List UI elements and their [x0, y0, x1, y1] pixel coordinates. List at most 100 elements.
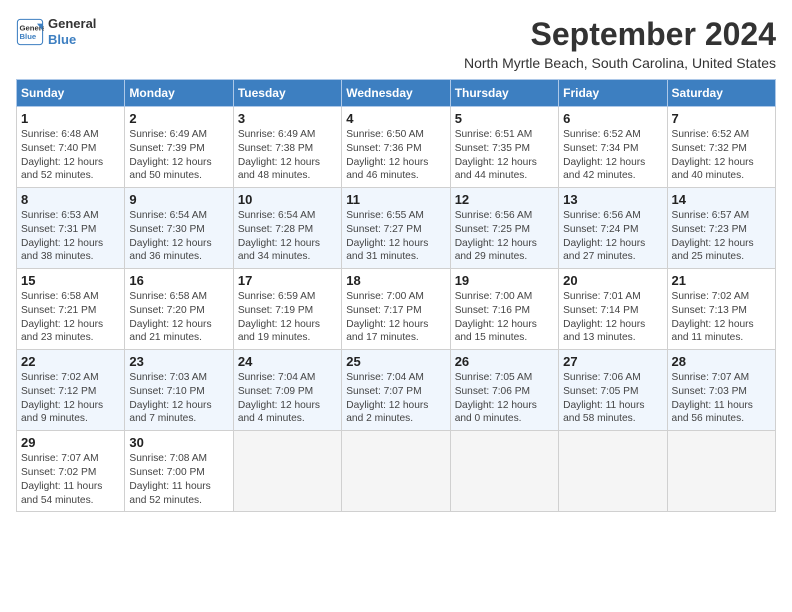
day-number: 13	[563, 192, 662, 207]
day-info: Sunrise: 6:52 AM Sunset: 7:34 PM Dayligh…	[563, 128, 662, 183]
title-block: September 2024 North Myrtle Beach, South…	[464, 16, 776, 71]
day-number: 15	[21, 273, 120, 288]
day-number: 21	[672, 273, 771, 288]
calendar-day-cell: 2 Sunrise: 6:49 AM Sunset: 7:39 PM Daylig…	[125, 107, 233, 188]
calendar-day-cell: 4 Sunrise: 6:50 AM Sunset: 7:36 PM Daylig…	[342, 107, 450, 188]
calendar-day-cell: 10 Sunrise: 6:54 AM Sunset: 7:28 PM Dayli…	[233, 188, 341, 269]
day-info: Sunrise: 6:56 AM Sunset: 7:24 PM Dayligh…	[563, 209, 662, 264]
calendar-day-cell: 28 Sunrise: 7:07 AM Sunset: 7:03 PM Dayli…	[667, 350, 775, 431]
day-info: Sunrise: 7:04 AM Sunset: 7:09 PM Dayligh…	[238, 371, 337, 426]
day-number: 11	[346, 192, 445, 207]
calendar-day-cell: 3 Sunrise: 6:49 AM Sunset: 7:38 PM Daylig…	[233, 107, 341, 188]
day-info: Sunrise: 6:54 AM Sunset: 7:30 PM Dayligh…	[129, 209, 228, 264]
calendar-day-cell: 23Sunrise: 7:03 AM Sunset: 7:10 PM Dayli…	[125, 350, 233, 431]
calendar-week-row: 29Sunrise: 7:07 AM Sunset: 7:02 PM Dayli…	[17, 431, 776, 512]
header: General Blue General Blue September 2024…	[16, 16, 776, 71]
calendar-day-cell: 9Sunrise: 6:54 AM Sunset: 7:30 PM Daylig…	[125, 188, 233, 269]
day-info: Sunrise: 7:08 AM Sunset: 7:00 PM Dayligh…	[129, 452, 228, 507]
day-info: Sunrise: 6:55 AM Sunset: 7:27 PM Dayligh…	[346, 209, 445, 264]
calendar-week-row: 15 Sunrise: 6:58 AM Sunset: 7:21 PM Dayli…	[17, 269, 776, 350]
day-number: 16	[129, 273, 228, 288]
calendar-day-cell: 19Sunrise: 7:00 AM Sunset: 7:16 PM Dayli…	[450, 269, 558, 350]
calendar-table: SundayMondayTuesdayWednesdayThursdayFrid…	[16, 79, 776, 512]
day-number: 28	[672, 354, 771, 369]
day-number: 26	[455, 354, 554, 369]
day-number: 1	[21, 111, 120, 126]
calendar-day-cell: 22 Sunrise: 7:02 AM Sunset: 7:12 PM Dayli…	[17, 350, 125, 431]
day-info: Sunrise: 7:07 AM Sunset: 7:03 PM Dayligh…	[672, 371, 771, 426]
day-number: 19	[455, 273, 554, 288]
location-title: North Myrtle Beach, South Carolina, Unit…	[464, 55, 776, 71]
day-number: 8	[21, 192, 120, 207]
calendar-week-row: 8Sunrise: 6:53 AM Sunset: 7:31 PM Daylig…	[17, 188, 776, 269]
weekday-header: Friday	[559, 80, 667, 107]
calendar-day-cell: 20 Sunrise: 7:01 AM Sunset: 7:14 PM Dayli…	[559, 269, 667, 350]
calendar-day-cell	[233, 431, 341, 512]
day-number: 3	[238, 111, 337, 126]
calendar-day-cell: 16 Sunrise: 6:58 AM Sunset: 7:20 PM Dayli…	[125, 269, 233, 350]
day-info: Sunrise: 7:01 AM Sunset: 7:14 PM Dayligh…	[563, 290, 662, 345]
day-number: 14	[672, 192, 771, 207]
day-number: 24	[238, 354, 337, 369]
day-info: Sunrise: 7:05 AM Sunset: 7:06 PM Dayligh…	[455, 371, 554, 426]
calendar-day-cell	[450, 431, 558, 512]
day-info: Sunrise: 6:58 AM Sunset: 7:20 PM Dayligh…	[129, 290, 228, 345]
calendar-day-cell: 15 Sunrise: 6:58 AM Sunset: 7:21 PM Dayli…	[17, 269, 125, 350]
calendar-day-cell: 11 Sunrise: 6:55 AM Sunset: 7:27 PM Dayli…	[342, 188, 450, 269]
calendar-day-cell: 1 Sunrise: 6:48 AM Sunset: 7:40 PM Daylig…	[17, 107, 125, 188]
day-number: 5	[455, 111, 554, 126]
calendar-day-cell: 12Sunrise: 6:56 AM Sunset: 7:25 PM Dayli…	[450, 188, 558, 269]
calendar-day-cell: 13 Sunrise: 6:56 AM Sunset: 7:24 PM Dayli…	[559, 188, 667, 269]
day-number: 7	[672, 111, 771, 126]
calendar-day-cell: 24 Sunrise: 7:04 AM Sunset: 7:09 PM Dayli…	[233, 350, 341, 431]
weekday-header: Monday	[125, 80, 233, 107]
calendar-day-cell: 26 Sunrise: 7:05 AM Sunset: 7:06 PM Dayli…	[450, 350, 558, 431]
day-number: 10	[238, 192, 337, 207]
day-number: 20	[563, 273, 662, 288]
day-info: Sunrise: 6:52 AM Sunset: 7:32 PM Dayligh…	[672, 128, 771, 183]
day-info: Sunrise: 6:51 AM Sunset: 7:35 PM Dayligh…	[455, 128, 554, 183]
day-info: Sunrise: 7:02 AM Sunset: 7:13 PM Dayligh…	[672, 290, 771, 345]
day-info: Sunrise: 6:59 AM Sunset: 7:19 PM Dayligh…	[238, 290, 337, 345]
weekday-header: Saturday	[667, 80, 775, 107]
calendar-header-row: SundayMondayTuesdayWednesdayThursdayFrid…	[17, 80, 776, 107]
day-info: Sunrise: 6:49 AM Sunset: 7:39 PM Dayligh…	[129, 128, 228, 183]
day-number: 4	[346, 111, 445, 126]
calendar-day-cell: 7 Sunrise: 6:52 AM Sunset: 7:32 PM Daylig…	[667, 107, 775, 188]
calendar-day-cell: 21 Sunrise: 7:02 AM Sunset: 7:13 PM Dayli…	[667, 269, 775, 350]
calendar-day-cell: 29Sunrise: 7:07 AM Sunset: 7:02 PM Dayli…	[17, 431, 125, 512]
calendar-day-cell: 8Sunrise: 6:53 AM Sunset: 7:31 PM Daylig…	[17, 188, 125, 269]
day-number: 29	[21, 435, 120, 450]
logo: General Blue General Blue	[16, 16, 96, 47]
weekday-header: Tuesday	[233, 80, 341, 107]
weekday-header: Sunday	[17, 80, 125, 107]
day-info: Sunrise: 7:00 AM Sunset: 7:17 PM Dayligh…	[346, 290, 445, 345]
day-info: Sunrise: 6:58 AM Sunset: 7:21 PM Dayligh…	[21, 290, 120, 345]
month-title: September 2024	[464, 16, 776, 53]
calendar-day-cell	[559, 431, 667, 512]
day-info: Sunrise: 6:48 AM Sunset: 7:40 PM Dayligh…	[21, 128, 120, 183]
day-info: Sunrise: 6:57 AM Sunset: 7:23 PM Dayligh…	[672, 209, 771, 264]
day-info: Sunrise: 6:54 AM Sunset: 7:28 PM Dayligh…	[238, 209, 337, 264]
day-number: 22	[21, 354, 120, 369]
day-info: Sunrise: 7:06 AM Sunset: 7:05 PM Dayligh…	[563, 371, 662, 426]
calendar-day-cell: 6Sunrise: 6:52 AM Sunset: 7:34 PM Daylig…	[559, 107, 667, 188]
calendar-day-cell: 30Sunrise: 7:08 AM Sunset: 7:00 PM Dayli…	[125, 431, 233, 512]
day-info: Sunrise: 6:50 AM Sunset: 7:36 PM Dayligh…	[346, 128, 445, 183]
day-info: Sunrise: 6:56 AM Sunset: 7:25 PM Dayligh…	[455, 209, 554, 264]
day-info: Sunrise: 7:03 AM Sunset: 7:10 PM Dayligh…	[129, 371, 228, 426]
calendar-week-row: 22 Sunrise: 7:02 AM Sunset: 7:12 PM Dayli…	[17, 350, 776, 431]
day-number: 2	[129, 111, 228, 126]
logo-icon: General Blue	[16, 18, 44, 46]
calendar-day-cell	[342, 431, 450, 512]
day-info: Sunrise: 6:49 AM Sunset: 7:38 PM Dayligh…	[238, 128, 337, 183]
day-info: Sunrise: 7:02 AM Sunset: 7:12 PM Dayligh…	[21, 371, 120, 426]
logo-text: General Blue	[48, 16, 96, 47]
calendar-day-cell: 18 Sunrise: 7:00 AM Sunset: 7:17 PM Dayli…	[342, 269, 450, 350]
calendar-day-cell: 27 Sunrise: 7:06 AM Sunset: 7:05 PM Dayli…	[559, 350, 667, 431]
calendar-day-cell	[667, 431, 775, 512]
calendar-day-cell: 14 Sunrise: 6:57 AM Sunset: 7:23 PM Dayli…	[667, 188, 775, 269]
day-number: 18	[346, 273, 445, 288]
day-number: 17	[238, 273, 337, 288]
day-number: 27	[563, 354, 662, 369]
